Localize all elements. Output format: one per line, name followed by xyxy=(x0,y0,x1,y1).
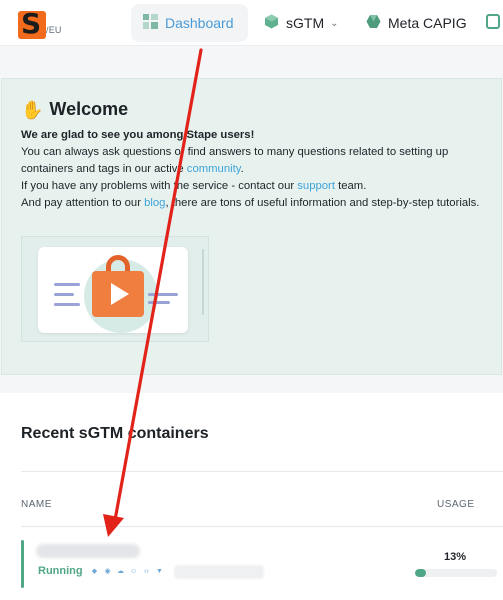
logo-letter: S xyxy=(21,11,42,39)
tag-icon: ◆ xyxy=(91,568,98,575)
illustration-line xyxy=(148,301,170,304)
welcome-line-blog-text: And pay attention to our xyxy=(21,197,145,209)
illustration-divider xyxy=(202,249,204,315)
column-header-name[interactable]: NAME xyxy=(21,499,52,510)
divider xyxy=(21,471,503,472)
usage-progress-bar xyxy=(415,569,497,577)
welcome-line-support-end: team. xyxy=(334,180,367,192)
welcome-line-support: If you have any problems with the servic… xyxy=(21,178,491,195)
cube-icon xyxy=(264,14,279,32)
nav-signal-hub[interactable] xyxy=(476,4,503,42)
nav-dashboard[interactable]: Dashboard xyxy=(131,4,248,42)
illustration-line xyxy=(54,293,74,296)
welcome-title: Welcome xyxy=(49,99,129,119)
welcome-line-blog: And pay attention to our blog, there are… xyxy=(21,195,491,212)
video-tutorial-illustration[interactable] xyxy=(21,236,209,342)
welcome-heading: ✋ Welcome xyxy=(21,99,128,120)
status-accent-bar xyxy=(21,540,24,588)
welcome-line-community: You can always ask questions or find ans… xyxy=(21,144,491,178)
nav-dashboard-label: Dashboard xyxy=(165,15,234,31)
nav-sgtm[interactable]: sGTM ⌄ xyxy=(252,4,351,42)
nav-meta-capig-label: Meta CAPIG xyxy=(388,15,467,31)
support-link[interactable]: support xyxy=(297,180,335,192)
top-nav: S /EU Dashboard sGTM ⌄ Meta CAPIG xyxy=(0,0,503,46)
code-icon: ‹› xyxy=(144,568,149,575)
status-badge: Running xyxy=(38,565,83,577)
welcome-line-support-text: If you have any problems with the servic… xyxy=(21,180,298,192)
nav-meta-capig[interactable]: Meta CAPIG xyxy=(354,4,479,42)
welcome-line-blog-end: , there are tons of useful information a… xyxy=(165,197,480,209)
blog-link[interactable]: blog xyxy=(144,197,165,209)
hexagon-icon xyxy=(366,14,381,32)
dashboard-grid-icon xyxy=(143,14,158,32)
divider xyxy=(21,526,503,527)
usage-progress-fill xyxy=(415,569,426,577)
stape-logo[interactable]: S xyxy=(18,11,46,39)
illustration-line xyxy=(148,293,178,296)
cloud-icon: ☁ xyxy=(117,568,124,575)
signal-hub-icon xyxy=(486,14,500,32)
container-row[interactable]: Running ◆ ◉ ☁ ☺ ‹› ▼ 13% xyxy=(21,538,503,592)
welcome-text: We are glad to see you among Stape users… xyxy=(21,127,491,212)
shield-icon: ▼ xyxy=(156,568,163,575)
region-label: /EU xyxy=(46,25,62,35)
container-id-redacted xyxy=(174,565,264,579)
community-link[interactable]: community xyxy=(187,163,241,175)
illustration-line xyxy=(54,303,80,306)
column-header-usage[interactable]: USAGE xyxy=(437,499,475,510)
globe-icon: ◉ xyxy=(104,568,111,575)
recent-containers-title: Recent sGTM containers xyxy=(21,425,209,442)
welcome-line-community-end: . xyxy=(240,163,244,175)
container-name-redacted[interactable] xyxy=(36,544,140,558)
nav-sgtm-label: sGTM xyxy=(286,15,325,31)
user-icon: ☺ xyxy=(130,568,138,575)
waving-hand-icon: ✋ xyxy=(21,99,44,120)
usage-percent: 13% xyxy=(444,551,467,563)
play-icon xyxy=(111,283,129,305)
feature-icons: ◆ ◉ ☁ ☺ ‹› ▼ xyxy=(91,567,163,576)
illustration-line xyxy=(54,283,80,286)
welcome-lead: We are glad to see you among Stape users… xyxy=(21,129,255,141)
chevron-down-icon: ⌄ xyxy=(330,17,339,29)
